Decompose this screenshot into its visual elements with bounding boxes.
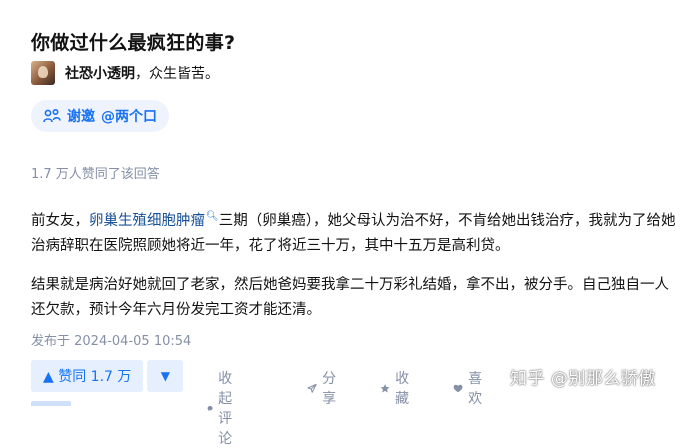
comment-icon [207,405,213,411]
p1-text-before: 前女友， [31,212,89,229]
collapse-comments-button[interactable]: 收起评论 [207,368,241,448]
author-name[interactable]: 社恐小透明 [65,63,135,83]
search-icon: 🔍︎ [206,211,219,222]
action-bar: ▲ 赞同 1.7 万 ▼ 收起评论 分享 收藏 喜欢 [31,360,482,447]
publish-time[interactable]: 发布于 2024-04-05 10:54 [31,330,191,349]
star-icon [380,383,390,392]
share-button[interactable]: 分享 [307,368,341,408]
keyword-link[interactable]: 卵巢生殖细胞肿瘤🔍︎ [89,211,219,229]
author-separator: ， [135,66,149,82]
answer-paragraph-2: 结果就是病治好她就回了老家，然后她爸妈要我拿二十万彩礼结婚，拿不出，被分手。自己… [31,277,669,318]
invite-people-icon [43,108,61,123]
author-info: 社恐小透明 ， 众生皆苦。 [31,61,219,85]
avatar[interactable] [31,61,55,85]
invite-mention[interactable]: @两个口 [101,106,157,126]
share-label: 分享 [322,371,337,407]
keyword-link-text: 卵巢生殖细胞肿瘤 [89,212,205,229]
heart-icon [453,384,463,392]
comment-label: 收起评论 [218,371,233,447]
downvote-button[interactable]: ▼ [147,360,184,392]
answer-paragraph-1: 前女友，卵巢生殖细胞肿瘤🔍︎三期（卵巢癌），她父母认为治不好，不肯给她出钱治疗，… [31,204,676,259]
vote-summary: 1.7 万人赞同了该回答 [31,167,160,182]
upvote-button[interactable]: ▲ 赞同 1.7 万 [31,360,144,392]
like-label: 喜欢 [468,371,483,407]
like-button[interactable]: 喜欢 [453,368,487,408]
invite-chip[interactable]: 谢邀 @两个口 [31,100,169,132]
favorite-button[interactable]: 收藏 [380,368,414,408]
watermark: 知乎 @别那么骄傲 [510,369,656,389]
next-item-edge [31,401,71,406]
invite-label: 谢邀 [67,109,95,125]
question-title[interactable]: 你做过什么最疯狂的事? [31,28,235,55]
favorite-label: 收藏 [395,371,410,407]
share-icon [307,383,317,393]
author-bio: 众生皆苦。 [149,66,219,82]
